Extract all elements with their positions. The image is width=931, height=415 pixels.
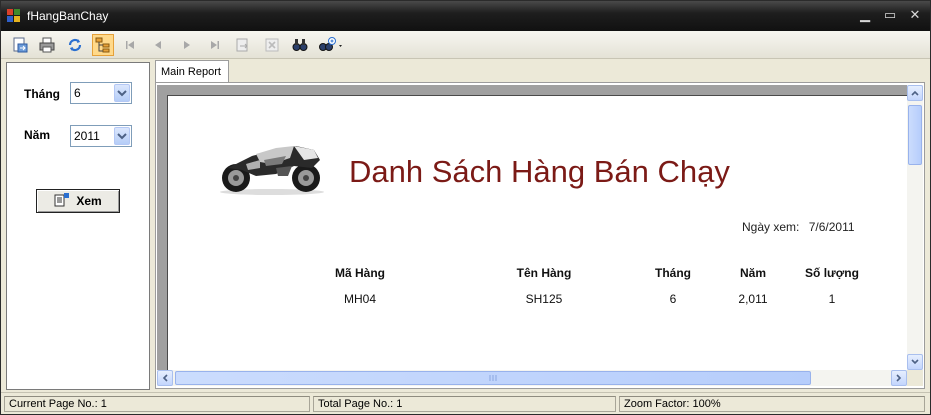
motorcycle-image (216, 138, 328, 196)
vertical-scroll-thumb[interactable] (908, 105, 922, 165)
total-page-status: Total Page No.: 1 (313, 396, 616, 412)
first-page-icon[interactable] (119, 34, 141, 56)
view-button[interactable]: Xem (36, 189, 120, 213)
scroll-down-icon[interactable] (907, 354, 923, 370)
column-header-thang: Tháng (655, 266, 691, 280)
report-viewer: Danh Sách Hàng Bán Chạy Ngày xem: 7/6/20… (157, 85, 907, 370)
maximize-icon[interactable]: ▭ (881, 8, 899, 24)
chevron-down-icon[interactable] (114, 127, 130, 145)
report-page: Danh Sách Hàng Bán Chạy Ngày xem: 7/6/20… (167, 95, 907, 370)
month-label: Tháng (24, 87, 60, 101)
horizontal-scroll-thumb[interactable] (175, 371, 811, 385)
search-icon[interactable] (289, 34, 311, 56)
scroll-up-icon[interactable] (907, 85, 923, 101)
column-header-ma-hang: Mã Hàng (334, 266, 385, 280)
last-page-icon[interactable] (204, 34, 226, 56)
year-select[interactable]: 2011 (70, 125, 132, 147)
view-date-label: Ngày xem: (742, 220, 800, 234)
scroll-right-icon[interactable] (891, 370, 907, 386)
export-icon[interactable] (9, 34, 31, 56)
zoom-factor-status: Zoom Factor: 100% (619, 396, 925, 412)
tab-main-report[interactable]: Main Report (155, 60, 229, 82)
minimize-icon[interactable]: ▁ (856, 8, 874, 24)
table-cell-thang: 6 (669, 292, 677, 306)
refresh-icon[interactable] (64, 34, 86, 56)
print-icon[interactable] (36, 34, 58, 56)
current-page-status: Current Page No.: 1 (4, 396, 310, 412)
window-title: fHangBanChay (27, 9, 109, 23)
table-cell-ma-hang: MH04 (343, 292, 376, 306)
year-select-value: 2011 (74, 129, 100, 143)
prev-page-icon[interactable] (147, 34, 169, 56)
group-tree-icon[interactable] (92, 34, 114, 56)
status-bar: Current Page No.: 1 Total Page No.: 1 Zo… (1, 392, 930, 414)
table-cell-so-luong: 1 (828, 292, 836, 306)
title-bar: fHangBanChay ▁ ▭ ✕ (1, 1, 930, 31)
column-header-ten-hang: Tên Hàng (516, 266, 572, 280)
column-header-nam: Năm (739, 266, 766, 280)
app-window: fHangBanChay ▁ ▭ ✕ Tháng 6 Năm 2011 Xem … (0, 0, 931, 415)
view-button-label: Xem (76, 194, 102, 208)
next-page-icon[interactable] (176, 34, 198, 56)
view-date: Ngày xem: 7/6/2011 (742, 220, 855, 234)
scroll-corner (907, 370, 923, 386)
month-select-value: 6 (74, 86, 81, 100)
report-title: Danh Sách Hàng Bán Chạy (349, 154, 730, 189)
year-label: Năm (24, 128, 51, 142)
report-icon (54, 192, 70, 210)
chevron-down-icon[interactable] (114, 84, 130, 102)
close-icon[interactable]: ✕ (906, 8, 924, 24)
report-toolbar (1, 31, 930, 59)
close-view-icon[interactable] (261, 34, 283, 56)
scroll-left-icon[interactable] (157, 370, 173, 386)
column-header-so-luong: Số lượng (805, 266, 859, 280)
month-select[interactable]: 6 (70, 82, 132, 104)
table-cell-nam: 2,011 (738, 292, 768, 306)
zoom-icon[interactable] (317, 34, 347, 56)
filter-panel: Tháng 6 Năm 2011 Xem (6, 62, 150, 390)
table-cell-ten-hang: SH125 (525, 292, 563, 306)
horizontal-scrollbar[interactable] (157, 370, 907, 386)
vertical-scrollbar[interactable] (907, 85, 923, 370)
app-icon (7, 9, 21, 23)
view-date-value: 7/6/2011 (808, 220, 855, 234)
goto-page-icon[interactable] (232, 34, 254, 56)
